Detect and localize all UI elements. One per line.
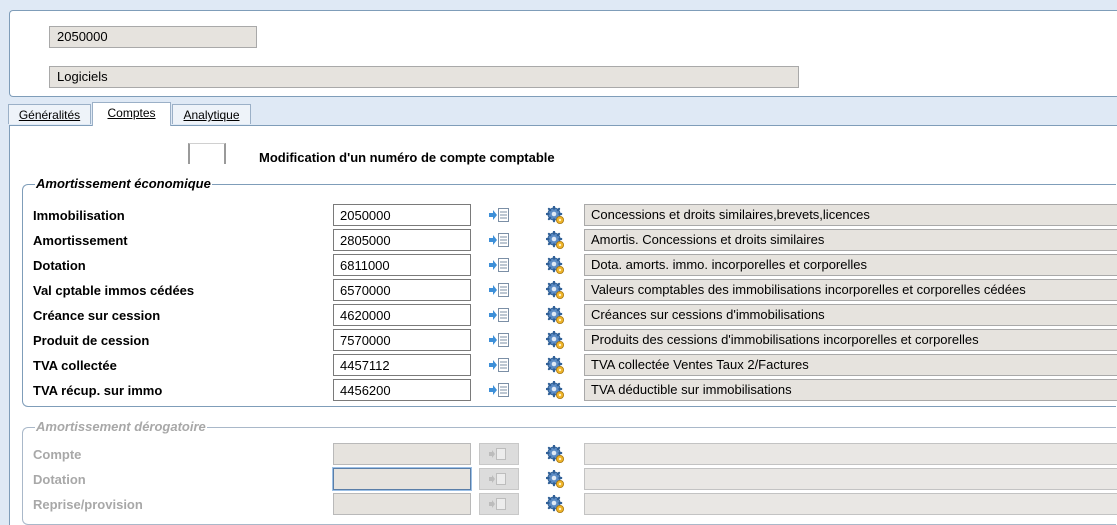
asset-label-field: Logiciels — [49, 66, 799, 88]
account-description: Produits des cessions d'immobilisations … — [584, 329, 1117, 351]
economic-row-6: TVA collectée 4457112 TVA collectée Vent… — [23, 354, 1117, 379]
list-arrow-icon[interactable] — [479, 493, 519, 515]
asset-code-field: 2050000 — [49, 26, 257, 48]
account-number-input[interactable] — [333, 204, 471, 226]
economic-row-4: Créance sur cession 4620000 Créances sur… — [23, 304, 1117, 329]
account-description: Amortis. Concessions et droits similaire… — [584, 229, 1117, 251]
account-row-label: Dotation — [33, 472, 86, 487]
list-arrow-icon[interactable] — [489, 258, 509, 272]
account-description: TVA déductible sur immobilisations — [584, 379, 1117, 401]
economic-row-7: TVA récup. sur immo 4456200 TVA déductib… — [23, 379, 1117, 404]
list-arrow-icon[interactable] — [489, 383, 509, 397]
list-arrow-icon[interactable] — [489, 333, 509, 347]
account-row-label: Amortissement — [33, 233, 128, 248]
list-arrow-icon[interactable] — [489, 208, 509, 222]
economic-row-2: Dotation 6811000 Dota. amorts. immo. inc… — [23, 254, 1117, 279]
account-description — [584, 493, 1117, 515]
account-description: Concessions et droits similaires,brevets… — [584, 204, 1117, 226]
modification-label: Modification d'un numéro de compte compt… — [259, 150, 555, 165]
account-row-label: Créance sur cession — [33, 308, 161, 323]
account-description — [584, 443, 1117, 465]
account-row-label: Compte — [33, 447, 82, 462]
gear-icon[interactable] — [545, 330, 564, 349]
header-panel: 2050000 Logiciels — [9, 10, 1117, 97]
list-arrow-icon[interactable] — [479, 443, 519, 465]
gear-icon[interactable] — [545, 355, 564, 374]
gear-icon[interactable] — [545, 469, 564, 488]
gear-icon[interactable] — [545, 230, 564, 249]
derogatory-row-2: Reprise/provision — [23, 493, 1117, 518]
account-row-label: Val cptable immos cédées — [33, 283, 195, 298]
derogatory-row-0: Compte — [23, 443, 1117, 468]
gear-icon[interactable] — [545, 280, 564, 299]
derogatory-row-1: Dotation — [23, 468, 1117, 493]
economic-depreciation-legend: Amortissement économique — [35, 176, 212, 191]
economic-row-0: Immobilisation 2050000 Concessions et dr… — [23, 204, 1117, 229]
account-number-input[interactable] — [333, 443, 471, 465]
gear-icon[interactable] — [545, 444, 564, 463]
tab-comptes[interactable]: Comptes — [92, 102, 171, 126]
account-row-label: Produit de cession — [33, 333, 150, 348]
tab-generalites[interactable]: Généralités — [8, 104, 91, 124]
economic-depreciation-group: Amortissement économique Immobilisation — [22, 176, 1117, 407]
list-arrow-icon[interactable] — [489, 308, 509, 322]
account-row-label: Dotation — [33, 258, 86, 273]
tab-analytique[interactable]: Analytique — [172, 104, 251, 124]
account-number-input[interactable] — [333, 254, 471, 276]
tab-content-comptes: Modification d'un numéro de compte compt… — [9, 125, 1117, 525]
gear-icon[interactable] — [545, 305, 564, 324]
list-arrow-icon[interactable] — [489, 358, 509, 372]
gear-icon[interactable] — [545, 205, 564, 224]
list-arrow-icon[interactable] — [489, 283, 509, 297]
account-description: TVA collectée Ventes Taux 2/Factures — [584, 354, 1117, 376]
account-number-input[interactable] — [333, 354, 471, 376]
account-number-input[interactable] — [333, 493, 471, 515]
economic-row-1: Amortissement 2805000 Amortis. Concessio… — [23, 229, 1117, 254]
economic-row-3: Val cptable immos cédées 6570000 Valeurs… — [23, 279, 1117, 304]
account-row-label: TVA collectée — [33, 358, 117, 373]
account-number-input[interactable] — [333, 279, 471, 301]
account-row-label: TVA récup. sur immo — [33, 383, 163, 398]
gear-icon[interactable] — [545, 380, 564, 399]
account-number-input[interactable] — [333, 229, 471, 251]
account-number-input[interactable] — [333, 379, 471, 401]
account-description — [584, 468, 1117, 490]
modification-checkbox[interactable] — [188, 143, 226, 164]
account-number-input[interactable] — [333, 329, 471, 351]
account-number-input[interactable] — [333, 304, 471, 326]
gear-icon[interactable] — [545, 255, 564, 274]
derogatory-depreciation-legend: Amortissement dérogatoire — [35, 419, 207, 434]
gear-icon[interactable] — [545, 494, 564, 513]
account-row-label: Reprise/provision — [33, 497, 143, 512]
account-description: Valeurs comptables des immobilisations i… — [584, 279, 1117, 301]
account-description: Dota. amorts. immo. incorporelles et cor… — [584, 254, 1117, 276]
list-arrow-icon[interactable] — [489, 233, 509, 247]
derogatory-depreciation-group: Amortissement dérogatoire Compte Dotatio… — [22, 419, 1117, 525]
list-arrow-icon[interactable] — [479, 468, 519, 490]
account-number-input[interactable] — [333, 468, 471, 490]
economic-row-5: Produit de cession 7570000 Produits des … — [23, 329, 1117, 354]
account-row-label: Immobilisation — [33, 208, 125, 223]
account-description: Créances sur cessions d'immobilisations — [584, 304, 1117, 326]
